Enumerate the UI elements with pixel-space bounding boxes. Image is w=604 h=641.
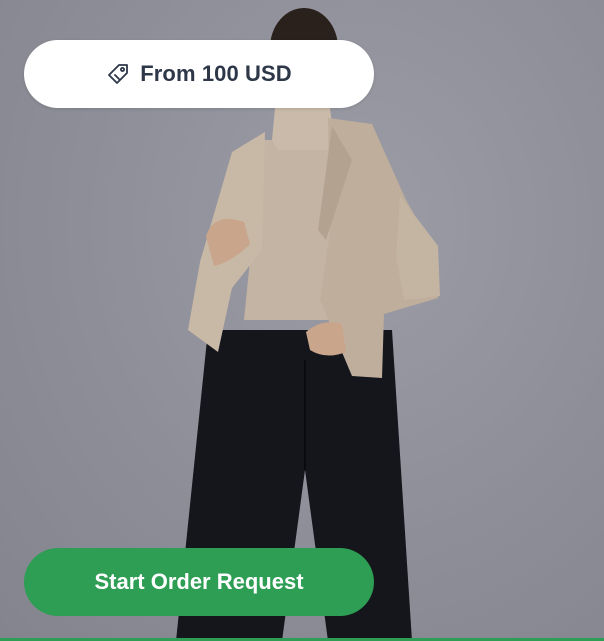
model-right-hand [306, 322, 346, 356]
turtleneck-collar [272, 108, 334, 150]
price-label: From 100 USD [140, 61, 292, 86]
start-order-request-button[interactable]: Start Order Request [24, 548, 374, 616]
price-badge: From 100 USD [24, 40, 374, 108]
product-card: From 100 USD Start Order Request [0, 0, 604, 641]
price-tag-icon [106, 62, 130, 86]
